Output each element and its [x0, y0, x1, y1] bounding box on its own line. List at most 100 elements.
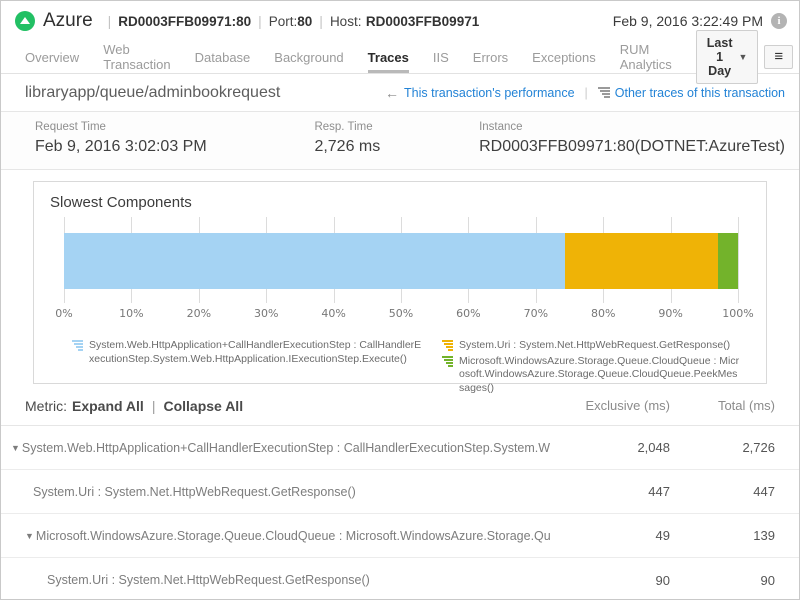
instance-value: RD0003FFB09971:80(DOTNET:AzureTest): [479, 138, 785, 156]
table-row[interactable]: ▼Microsoft.WindowsAzure.Storage.Queue.Cl…: [1, 514, 799, 558]
slowest-components-panel: Slowest Components 0% 10% 20% 30% 40% 50% 60% 7…: [33, 181, 767, 384]
legend-label: System.Uri : System.Net.HttpWebRequest.G…: [459, 339, 730, 353]
host-label: Host:: [330, 14, 362, 29]
resp-time-cell: Resp. Time 2,726 ms: [314, 121, 479, 156]
tab-traces[interactable]: Traces: [368, 41, 409, 73]
exclusive-ms-value: 2,048: [550, 440, 670, 455]
legend-item: System.Web.HttpApplication+CallHandlerEx…: [72, 339, 424, 366]
resp-time-label: Resp. Time: [314, 121, 479, 133]
legend-swatch-icon: [72, 340, 83, 366]
time-range-dropdown[interactable]: Last 1 Day ▼: [696, 30, 759, 84]
time-range-label: Last 1 Day: [707, 36, 733, 78]
table-row[interactable]: ▼System.Web.HttpApplication+CallHandlerE…: [1, 426, 799, 470]
request-time-label: Request Time: [35, 121, 314, 133]
tab-rum-analytics[interactable]: RUM Analytics: [620, 41, 672, 73]
arrow-left-icon: ←: [385, 85, 399, 101]
info-icon[interactable]: i: [771, 13, 787, 29]
x-tick-label: 10%: [119, 307, 143, 320]
chart-x-axis: 0%10%20%30%40%50%60%70%80%90%100%: [64, 307, 738, 325]
x-tick-label: 90%: [658, 307, 682, 320]
tab-database[interactable]: Database: [195, 41, 251, 73]
port-value: 80: [297, 14, 312, 29]
metric-name: System.Uri : System.Net.HttpWebRequest.G…: [1, 485, 550, 499]
trace-summary: Request Time Feb 9, 2016 3:02:03 PM Resp…: [1, 112, 799, 170]
other-traces-link[interactable]: Other traces of this transaction: [615, 86, 785, 100]
tab-errors[interactable]: Errors: [473, 41, 508, 73]
current-timestamp: Feb 9, 2016 3:22:49 PM: [613, 13, 763, 29]
gridline: [738, 217, 739, 303]
collapse-caret-icon[interactable]: ▼: [11, 443, 20, 453]
bar-segment: [565, 233, 717, 289]
transaction-performance-link[interactable]: This transaction's performance: [404, 86, 575, 100]
x-tick-label: 70%: [524, 307, 548, 320]
chevron-down-icon: ▼: [739, 52, 748, 62]
tab-iis[interactable]: IIS: [433, 41, 449, 73]
trace-list-icon: [598, 87, 610, 98]
transaction-title: libraryapp/queue/adminbookrequest: [25, 84, 280, 102]
total-ms-value: 447: [670, 484, 775, 499]
apm-trace-window: Azure | RD0003FFB09971:80 | Port:80 | Ho…: [0, 0, 800, 600]
actions-separator: |: [152, 398, 156, 414]
total-ms-value: 139: [670, 528, 775, 543]
x-tick-label: 100%: [722, 307, 753, 320]
chart-title: Slowest Components: [50, 194, 750, 211]
request-time-value: Feb 9, 2016 3:02:03 PM: [35, 138, 314, 156]
header-separator: |: [258, 13, 262, 29]
metric-label: Metric:: [25, 398, 67, 414]
request-time-cell: Request Time Feb 9, 2016 3:02:03 PM: [35, 121, 314, 156]
nav-tabs: Overview Web Transaction Database Backgr…: [25, 41, 696, 73]
tab-background[interactable]: Background: [274, 41, 343, 73]
expand-all-button[interactable]: Expand All: [72, 398, 144, 414]
legend-label: System.Web.HttpApplication+CallHandlerEx…: [89, 339, 424, 366]
tab-web-transaction[interactable]: Web Transaction: [103, 41, 170, 73]
collapse-all-button[interactable]: Collapse All: [163, 398, 243, 414]
tab-exceptions[interactable]: Exceptions: [532, 41, 596, 73]
instance-cell: Instance RD0003FFB09971:80(DOTNET:AzureT…: [479, 121, 785, 156]
x-tick-label: 0%: [55, 307, 72, 320]
bar-segment: [64, 233, 565, 289]
metric-name: System.Uri : System.Net.HttpWebRequest.G…: [1, 573, 550, 587]
metric-name: ▼Microsoft.WindowsAzure.Storage.Queue.Cl…: [1, 529, 550, 543]
legend-item: System.Uri : System.Net.HttpWebRequest.G…: [442, 339, 742, 353]
links-separator: |: [585, 86, 588, 100]
x-tick-label: 80%: [591, 307, 615, 320]
table-row[interactable]: System.Uri : System.Net.HttpWebRequest.G…: [1, 470, 799, 514]
tab-overview[interactable]: Overview: [25, 41, 79, 73]
nav-bar: Overview Web Transaction Database Backgr…: [1, 41, 799, 74]
resp-time-value: 2,726 ms: [314, 138, 479, 156]
x-tick-label: 50%: [389, 307, 413, 320]
header-separator: |: [319, 13, 323, 29]
instance-label: Instance: [479, 121, 785, 133]
legend-swatch-icon: [442, 340, 453, 353]
metric-table-header: Metric: Expand All | Collapse All Exclus…: [1, 386, 799, 426]
hamburger-icon: ≡: [774, 51, 783, 63]
x-tick-label: 20%: [187, 307, 211, 320]
transaction-header: libraryapp/queue/adminbookrequest ← This…: [1, 74, 799, 112]
top-header: Azure | RD0003FFB09971:80 | Port:80 | Ho…: [1, 1, 799, 41]
hamburger-menu-button[interactable]: ≡: [764, 45, 793, 69]
x-tick-label: 60%: [456, 307, 480, 320]
x-tick-label: 30%: [254, 307, 278, 320]
host-value: RD0003FFB09971: [366, 14, 479, 29]
port-label: Port:: [269, 14, 298, 29]
app-name: Azure: [43, 10, 93, 32]
column-header-exclusive: Exclusive (ms): [550, 398, 670, 413]
metric-rows: ▼System.Web.HttpApplication+CallHandlerE…: [1, 426, 799, 600]
column-header-total: Total (ms): [670, 398, 775, 413]
exclusive-ms-value: 447: [550, 484, 670, 499]
header-separator: |: [108, 13, 112, 29]
exclusive-ms-value: 90: [550, 573, 670, 588]
x-tick-label: 40%: [321, 307, 345, 320]
collapse-caret-icon[interactable]: ▼: [25, 531, 34, 541]
total-ms-value: 90: [670, 573, 775, 588]
stacked-bar: [64, 233, 738, 289]
bar-segment: [718, 233, 738, 289]
exclusive-ms-value: 49: [550, 528, 670, 543]
total-ms-value: 2,726: [670, 440, 775, 455]
metric-table: Metric: Expand All | Collapse All Exclus…: [1, 386, 799, 599]
table-row[interactable]: System.Uri : System.Net.HttpWebRequest.G…: [1, 558, 799, 600]
chart-plot: [64, 217, 738, 303]
metric-name: ▼System.Web.HttpApplication+CallHandlerE…: [1, 441, 550, 455]
server-name: RD0003FFB09971:80: [118, 14, 251, 29]
app-status-icon: [15, 11, 35, 31]
